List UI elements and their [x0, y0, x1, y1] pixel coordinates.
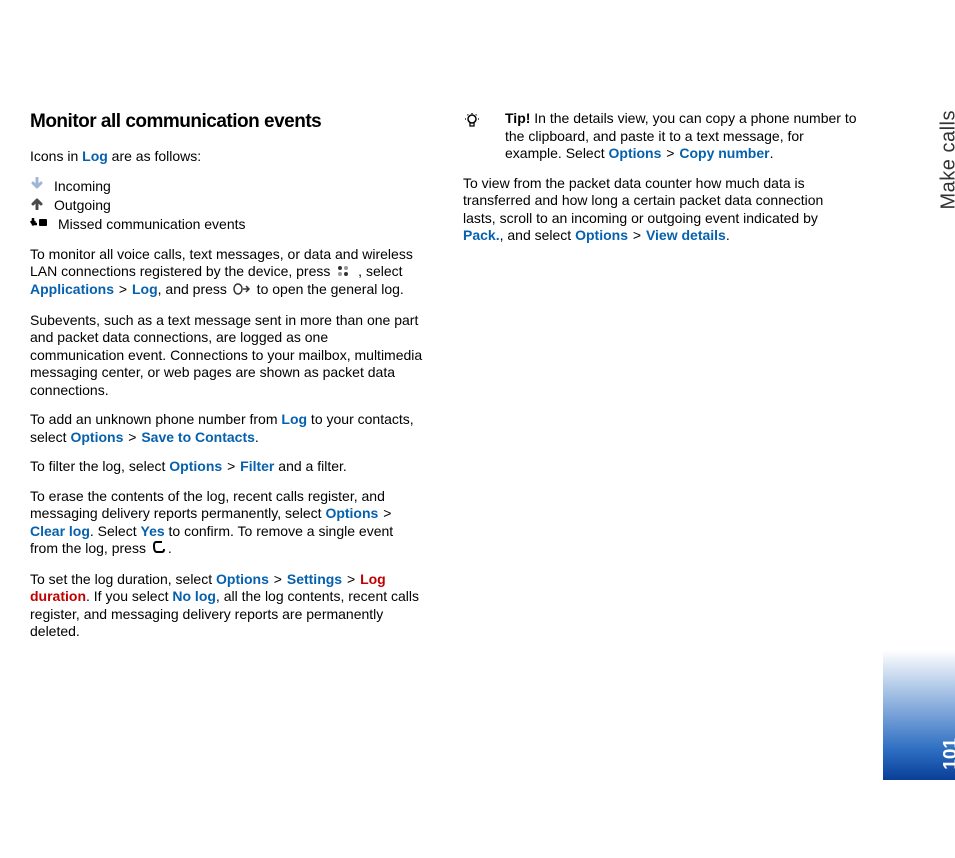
legend-label: Incoming	[54, 177, 111, 196]
scroll-right-icon	[233, 282, 251, 300]
tip-text: Tip! In the details view, you can copy a…	[489, 110, 858, 163]
settings-link: Settings	[287, 571, 342, 587]
separator: >	[379, 505, 391, 521]
sidebar: Make calls 101	[883, 0, 955, 858]
tip-bulb-icon	[463, 112, 481, 135]
missed-icon	[30, 215, 48, 234]
intro-line: Icons in Log are as follows:	[30, 148, 425, 166]
text: to open the general log.	[253, 281, 404, 297]
text: Icons in	[30, 148, 82, 164]
text: To add an unknown phone number from	[30, 411, 281, 427]
tip-label: Tip!	[505, 110, 530, 126]
options-link: Options	[216, 571, 269, 587]
text: . If you select	[86, 588, 172, 604]
separator: >	[115, 281, 131, 297]
legend-row-missed: Missed communication events	[30, 215, 425, 234]
separator: >	[223, 458, 239, 474]
left-column: Monitor all communication events Icons i…	[30, 110, 425, 653]
log-link: Log	[82, 148, 108, 164]
text: To set the log duration, select	[30, 571, 216, 587]
right-column: Tip! In the details view, you can copy a…	[463, 110, 858, 653]
yes-link: Yes	[141, 523, 165, 539]
text: , and select	[500, 227, 576, 243]
view-details-link: View details	[646, 227, 726, 243]
separator: >	[629, 227, 645, 243]
text: .	[168, 540, 172, 556]
section-tab-label: Make calls	[937, 110, 955, 209]
separator: >	[270, 571, 286, 587]
paragraph-add-contact: To add an unknown phone number from Log …	[30, 411, 425, 446]
incoming-arrow-icon	[30, 177, 44, 196]
clear-log-link: Clear log	[30, 523, 90, 539]
separator: >	[343, 571, 359, 587]
legend-label: Missed communication events	[58, 215, 246, 234]
text: , and press	[158, 281, 231, 297]
legend-row-outgoing: Outgoing	[30, 196, 425, 215]
page-number: 101	[941, 738, 955, 770]
paragraph-subevents: Subevents, such as a text message sent i…	[30, 312, 425, 400]
filter-link: Filter	[240, 458, 274, 474]
options-link: Options	[70, 429, 123, 445]
options-link: Options	[575, 227, 628, 243]
apps-link: Applications	[30, 281, 114, 297]
pack-link: Pack.	[463, 227, 500, 243]
options-link: Options	[325, 505, 378, 521]
separator: >	[662, 145, 678, 161]
paragraph-erase: To erase the contents of the log, recent…	[30, 488, 425, 559]
options-link: Options	[609, 145, 662, 161]
log-link: Log	[132, 281, 158, 297]
paragraph-duration: To set the log duration, select Options …	[30, 571, 425, 641]
clear-key-icon	[152, 540, 166, 559]
tip-block: Tip! In the details view, you can copy a…	[463, 110, 858, 163]
icon-legend: Incoming Outgoing Missed communication e…	[30, 177, 425, 234]
log-link: Log	[281, 411, 307, 427]
outgoing-arrow-icon	[30, 196, 44, 215]
section-heading: Monitor all communication events	[30, 110, 425, 134]
paragraph-monitor: To monitor all voice calls, text message…	[30, 246, 425, 300]
text: To filter the log, select	[30, 458, 169, 474]
copy-number-link: Copy number	[679, 145, 769, 161]
legend-row-incoming: Incoming	[30, 177, 425, 196]
text: are as follows:	[108, 148, 201, 164]
text: and a filter.	[274, 458, 346, 474]
text: , select	[354, 263, 402, 279]
save-contacts-link: Save to Contacts	[141, 429, 255, 445]
text: .	[255, 429, 259, 445]
separator: >	[124, 429, 140, 445]
text: .	[770, 145, 774, 161]
no-log-link: No log	[172, 588, 216, 604]
paragraph-filter: To filter the log, select Options > Filt…	[30, 458, 425, 476]
options-link: Options	[169, 458, 222, 474]
menu-key-icon	[336, 264, 352, 282]
paragraph-packet: To view from the packet data counter how…	[463, 175, 858, 245]
text: To view from the packet data counter how…	[463, 175, 823, 226]
legend-label: Outgoing	[54, 196, 111, 215]
text: . Select	[90, 523, 141, 539]
text: .	[726, 227, 730, 243]
